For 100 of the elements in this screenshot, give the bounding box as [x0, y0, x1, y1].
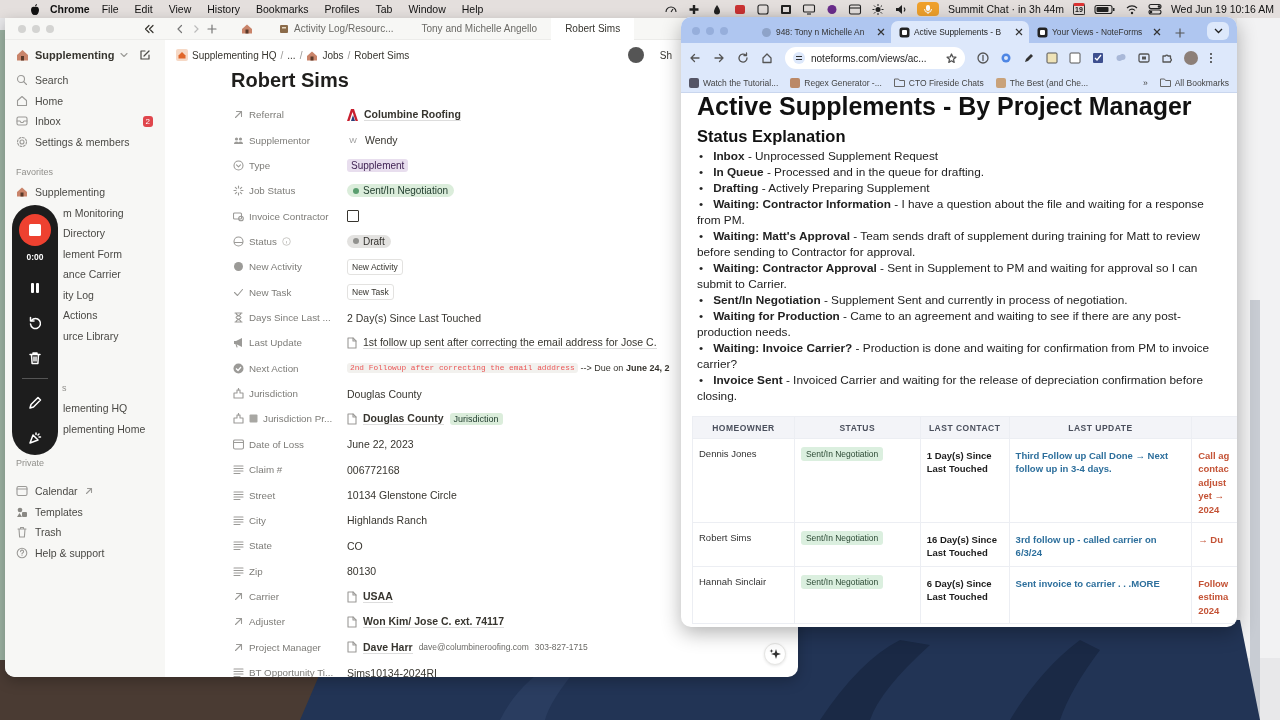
workspace-name[interactable]: Supplementing: [35, 49, 115, 61]
tab[interactable]: Activity Log/Resourc...: [265, 18, 408, 40]
status-tag: Sent/In Negotiation: [800, 447, 884, 461]
sidebar-item[interactable]: lement Form: [63, 247, 122, 260]
app-menu[interactable]: Chrome: [50, 3, 90, 15]
sidebar-item[interactable]: Search: [35, 74, 69, 87]
clock[interactable]: Wed Jun 19 10:16 AM: [1170, 3, 1274, 15]
browser-tab[interactable]: Active Supplements - B: [891, 21, 1029, 43]
bookmark[interactable]: The Best (and Che...: [995, 77, 1089, 88]
checkbox[interactable]: [347, 210, 359, 223]
sidebar-item[interactable]: m Monitoring: [63, 206, 124, 219]
action-button[interactable]: New Task: [347, 284, 394, 301]
reload-icon[interactable]: [737, 52, 749, 64]
calendar-event[interactable]: Summit Chat · in 3h 44m: [947, 3, 1065, 15]
status-tag[interactable]: Sent/In Negotiation: [347, 184, 455, 198]
tag: Jurisdiction: [449, 413, 503, 425]
sidebar-item[interactable]: ity Log: [63, 288, 94, 301]
bookmark-folder[interactable]: All Bookmarks: [1159, 77, 1229, 88]
breadcrumb-link[interactable]: Supplementing HQ: [192, 49, 277, 61]
column-header[interactable]: STATUS: [794, 416, 921, 439]
ai-button[interactable]: [764, 643, 786, 665]
bookmark[interactable]: CTO Fireside Chats: [893, 77, 984, 88]
breadcrumb-link[interactable]: Jobs: [322, 49, 344, 61]
sidebar-item[interactable]: Calendar: [35, 485, 78, 498]
relation-link[interactable]: Douglas County: [363, 412, 444, 426]
action-button[interactable]: New Activity: [347, 258, 403, 275]
new-page-icon[interactable]: [139, 49, 151, 61]
bookmark[interactable]: Watch the Tutorial...: [689, 77, 779, 88]
menu-item[interactable]: Edit: [134, 3, 153, 15]
sidebar-item[interactable]: Home: [35, 94, 63, 107]
sidebar-item[interactable]: ance Carrier: [63, 268, 121, 281]
more-icon[interactable]: [1209, 52, 1213, 64]
select-tag[interactable]: Supplement: [347, 158, 409, 172]
stop-recording-button[interactable]: [19, 214, 51, 246]
sidebar-item[interactable]: Actions: [63, 309, 98, 322]
checkbox-icon[interactable]: [1092, 52, 1104, 64]
page-title: Robert Sims: [231, 70, 349, 90]
avatar-icon[interactable]: [1184, 51, 1198, 65]
note-link[interactable]: 1st follow up sent after correcting the email address for Jose C.: [363, 336, 657, 350]
square-icon[interactable]: [1069, 52, 1081, 64]
relation-link[interactable]: Won Kim/ Jose C. ext. 74117: [363, 615, 505, 629]
sidebar-item[interactable]: plementing Home: [63, 422, 146, 435]
megaphone-icon: [233, 337, 244, 349]
menu-item[interactable]: Window: [408, 3, 446, 15]
column-header[interactable]: LAST UPDATE: [1009, 416, 1192, 439]
sidebar-item[interactable]: Directory: [63, 227, 105, 240]
breadcrumb-link[interactable]: ...: [287, 49, 296, 61]
table-cell: 6 Day(s) Since Last Touched: [920, 566, 1010, 624]
browser-tab[interactable]: Your Views - NoteForms: [1029, 21, 1167, 43]
tab-search-button[interactable]: [1207, 22, 1229, 40]
sidebar-item[interactable]: Templates: [35, 505, 83, 518]
collapse-icon[interactable]: [143, 23, 155, 34]
sidebar-item[interactable]: Inbox: [35, 115, 61, 128]
browser-tab[interactable]: 948: Tony n Michelle An: [753, 21, 891, 43]
menu-item[interactable]: File: [101, 3, 119, 15]
status-tag[interactable]: Draft: [347, 234, 391, 248]
breadcrumb-link[interactable]: Robert Sims: [354, 49, 410, 61]
sidebar-item[interactable]: Help & support: [35, 546, 105, 559]
house-icon: [16, 186, 28, 199]
page-icon: [347, 336, 357, 349]
menu-item[interactable]: Help: [461, 3, 484, 15]
window-icon[interactable]: [1138, 52, 1150, 64]
text-lines-icon: [233, 667, 244, 677]
page-icon: [347, 641, 357, 654]
back-icon[interactable]: [175, 23, 185, 34]
address-bar[interactable]: noteforms.com/views/ac...: [785, 47, 965, 69]
menu-item[interactable]: Tab: [375, 3, 393, 15]
sun-icon: [870, 2, 885, 16]
menu-item[interactable]: Profiles: [324, 3, 360, 15]
sidebar-item[interactable]: Settings & members: [35, 135, 130, 148]
forward-icon[interactable]: [713, 52, 725, 64]
sidebar-item[interactable]: Supplementing: [35, 186, 106, 199]
tab[interactable]: Robert Sims: [551, 18, 635, 40]
menu-item[interactable]: Bookmarks: [255, 3, 309, 15]
more-bookmarks-button[interactable]: »: [1142, 77, 1148, 88]
info-icon[interactable]: [977, 52, 989, 64]
menu-item[interactable]: View: [168, 3, 192, 15]
plus-icon[interactable]: [207, 23, 217, 34]
square-icon[interactable]: [1046, 52, 1058, 64]
new-tab-icon[interactable]: [1175, 28, 1185, 38]
pencil-icon[interactable]: [1023, 52, 1035, 64]
menu-item[interactable]: History: [207, 3, 240, 15]
relation-link[interactable]: USAA: [363, 590, 393, 603]
tab[interactable]: Tony and Michelle Angello: [407, 18, 552, 40]
pause-icon: [28, 280, 42, 295]
back-icon[interactable]: [689, 52, 701, 64]
sidebar-item[interactable]: Trash: [35, 526, 62, 539]
column-header[interactable]: HOMEOWNER: [692, 416, 795, 439]
relation-link[interactable]: Columbine Roofing: [364, 108, 461, 122]
person-name[interactable]: Wendy: [365, 134, 398, 147]
user-avatar[interactable]: [627, 47, 644, 63]
relation-link[interactable]: Dave Harr: [363, 640, 413, 654]
sidebar-item[interactable]: lementing HQ: [63, 402, 128, 415]
status-tag: Sent/In Negotiation: [800, 574, 884, 589]
sidebar-item[interactable]: urce Library: [63, 329, 119, 342]
column-header[interactable]: LAST CONTACT: [920, 416, 1010, 439]
home-icon[interactable]: [761, 52, 773, 64]
bookmark[interactable]: Regex Generator -...: [790, 77, 882, 88]
star-icon[interactable]: [946, 52, 957, 64]
share-button[interactable]: Sh: [659, 49, 672, 61]
